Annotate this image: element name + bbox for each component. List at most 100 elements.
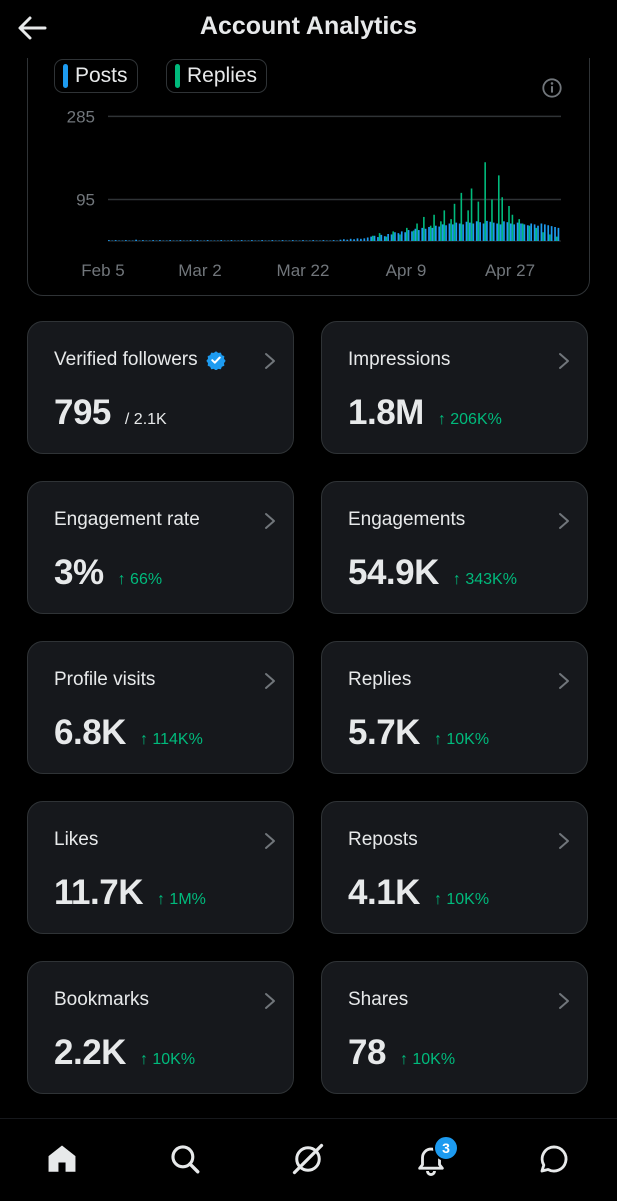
posts-bar	[472, 224, 474, 242]
nav-grok[interactable]	[286, 1137, 330, 1181]
stat-card-engagement-rate[interactable]: Engagement rate 3% ↑ 66%	[27, 481, 294, 614]
posts-bar	[558, 228, 560, 241]
stat-card-engagements[interactable]: Engagements54.9K↑ 343K%	[321, 481, 588, 614]
verified-badge-icon	[206, 350, 226, 370]
chart-card: Posts Replies 95285Feb 5Mar 2Mar 22Apr 9…	[27, 20, 590, 296]
stat-label: Shares	[348, 989, 408, 1011]
stat-value: 54.9K	[348, 553, 439, 593]
stat-card-bookmarks[interactable]: Bookmarks 2.2K↑ 10K%	[27, 961, 294, 1094]
chevron-right-icon	[263, 671, 277, 691]
posts-bar	[503, 221, 505, 241]
stat-value-row: 78↑ 10K%	[348, 1033, 455, 1073]
stat-label-text: Bookmarks	[54, 989, 149, 1011]
posts-bar	[469, 223, 471, 241]
nav-notifications[interactable]: 3	[409, 1137, 453, 1181]
chevron-right-icon	[263, 511, 277, 531]
stat-label-text: Engagements	[348, 509, 465, 531]
stat-label: Bookmarks	[54, 989, 149, 1011]
chevron-right-icon	[557, 991, 571, 1011]
stat-delta: ↑ 66%	[118, 571, 162, 589]
posts-bar	[231, 240, 233, 241]
stat-value: 3%	[54, 553, 104, 593]
posts-bar	[370, 237, 372, 241]
posts-bar	[452, 224, 454, 241]
replies-bar	[522, 224, 524, 242]
stat-label-text: Replies	[348, 669, 411, 691]
posts-bar	[513, 224, 515, 241]
replies-bar	[450, 219, 452, 241]
stat-card-likes[interactable]: Likes11.7K↑ 1M%	[27, 801, 294, 934]
posts-bar	[374, 236, 376, 241]
posts-bar	[455, 223, 457, 241]
replies-bar	[529, 226, 531, 241]
posts-bar	[418, 230, 420, 241]
posts-bar	[554, 227, 556, 241]
header: Account Analytics	[0, 0, 617, 58]
posts-bar	[340, 240, 342, 241]
stat-card-shares[interactable]: Shares 78↑ 10K%	[321, 961, 588, 1094]
posts-bar	[108, 240, 110, 241]
posts-bar	[152, 240, 154, 241]
stat-card-profile-visits[interactable]: Profile visits6.8K↑ 114K%	[27, 641, 294, 774]
nav-home[interactable]	[40, 1137, 84, 1181]
posts-bar	[360, 239, 362, 241]
posts-bar	[428, 227, 430, 241]
nav-messages[interactable]	[532, 1137, 576, 1181]
messages-icon	[537, 1142, 571, 1176]
replies-bar	[423, 217, 425, 241]
nav-search[interactable]	[163, 1137, 207, 1181]
stat-label: Replies	[348, 669, 411, 691]
analytics-chart: 95285Feb 5Mar 2Mar 22Apr 9Apr 27	[28, 21, 589, 295]
chevron-right-icon	[557, 671, 571, 691]
replies-bar	[440, 221, 442, 241]
stat-value: 1.8M	[348, 393, 424, 433]
posts-bar	[507, 222, 509, 241]
posts-bar	[524, 224, 526, 241]
posts-bar	[493, 223, 495, 241]
replies-bar	[535, 228, 537, 241]
posts-bar	[271, 240, 273, 241]
replies-bar	[501, 197, 503, 241]
replies-bar	[556, 237, 558, 241]
x-tick-label: Mar 22	[277, 261, 330, 280]
bottom-nav: 3	[0, 1118, 617, 1201]
posts-bar	[343, 239, 345, 241]
replies-bar	[379, 233, 381, 241]
posts-bar	[404, 232, 406, 241]
chevron-right-icon	[557, 831, 571, 851]
chevron-right-icon	[263, 351, 277, 371]
stat-value-row: 1.8M↑ 206K%	[348, 393, 502, 433]
stat-card-verified-followers[interactable]: Verified followers795/ 2.1K	[27, 321, 294, 454]
posts-bar	[353, 239, 355, 241]
stat-delta: ↑ 10K%	[434, 891, 489, 909]
stat-value-row: 11.7K↑ 1M%	[54, 873, 206, 913]
replies-bar	[542, 232, 544, 241]
stat-value-row: 795/ 2.1K	[54, 393, 167, 433]
posts-bar	[135, 240, 137, 241]
stat-value-row: 2.2K↑ 10K%	[54, 1033, 195, 1073]
posts-bar	[425, 229, 427, 241]
replies-bar	[467, 210, 469, 241]
posts-bar	[534, 224, 536, 241]
posts-bar	[302, 240, 304, 241]
stat-card-reposts[interactable]: Reposts4.1K↑ 10K%	[321, 801, 588, 934]
posts-bar	[159, 240, 161, 241]
stat-label: Engagements	[348, 509, 465, 531]
replies-bar	[471, 189, 473, 242]
replies-bar	[491, 199, 493, 241]
stat-card-replies[interactable]: Replies5.7K↑ 10K%	[321, 641, 588, 774]
replies-bar	[498, 175, 500, 241]
stat-label: Engagement rate	[54, 509, 200, 531]
page-title: Account Analytics	[0, 12, 617, 41]
posts-bar	[323, 240, 325, 241]
replies-bar	[430, 226, 432, 241]
stat-delta: ↑ 114K%	[140, 731, 203, 749]
posts-bar	[197, 240, 199, 241]
posts-bar	[384, 236, 386, 241]
posts-bar	[282, 240, 284, 241]
replies-bar	[386, 237, 388, 241]
stat-card-impressions[interactable]: Impressions1.8M↑ 206K%	[321, 321, 588, 454]
posts-bar	[207, 240, 209, 241]
stat-label-text: Engagement rate	[54, 509, 200, 531]
posts-bar	[551, 226, 553, 241]
